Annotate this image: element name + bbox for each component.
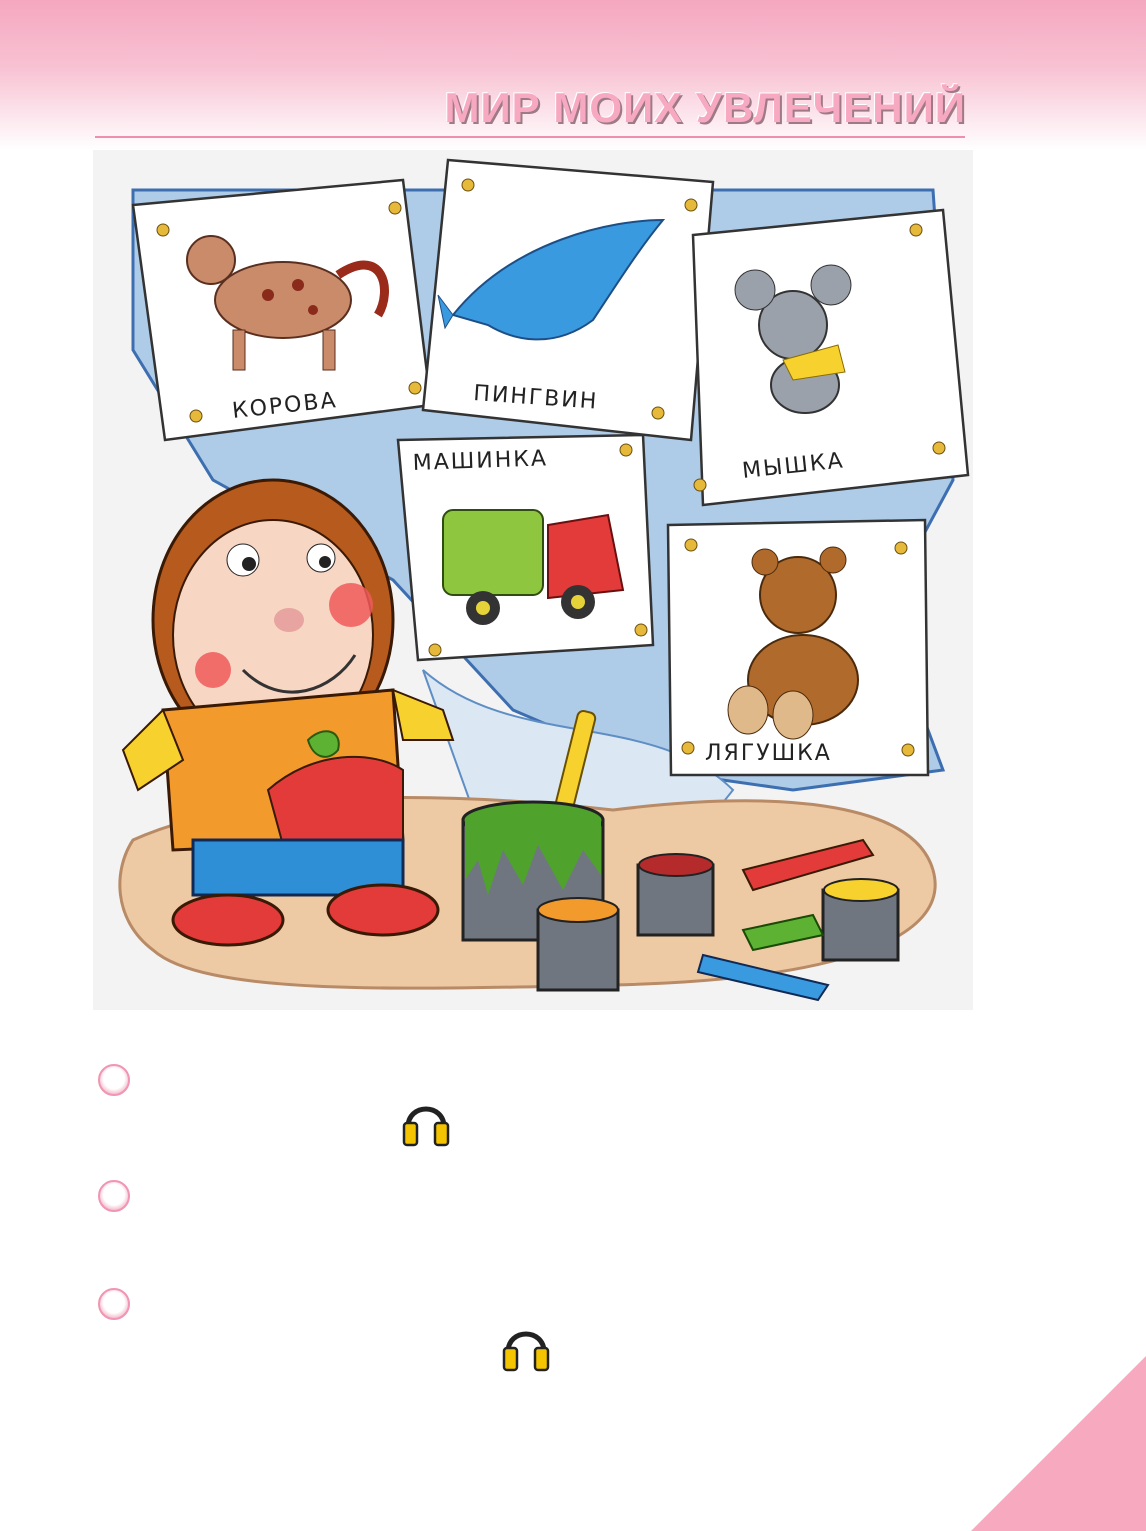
page-title: МИР МОИХ УВЛЕЧЕНИЙ (444, 84, 966, 131)
card-bear: ЛЯГУШКА (666, 518, 930, 777)
card-truck-label: МАШИНКА (412, 446, 548, 476)
exercise-2-bullet (98, 1180, 130, 1212)
illustration-drawing: КОРОВА ПИНГВИН МЫШКА МАШИНКА ЛЯГУШКА (118, 158, 970, 1002)
card-dolphin: ПИНГВИН (421, 158, 715, 442)
card-truck: МАШИНКА (396, 433, 655, 662)
headphones-icon[interactable] (500, 1318, 552, 1374)
card-mouse: МЫШКА (691, 208, 970, 507)
exercise-3-bullet (98, 1288, 130, 1320)
page-corner-decoration (971, 1356, 1146, 1531)
hobbies-illustration: КОРОВА ПИНГВИН МЫШКА МАШИНКА ЛЯГУШКА (93, 150, 973, 1010)
header-divider (95, 136, 965, 138)
card-horse: КОРОВА (131, 178, 433, 442)
card-bear-label: ЛЯГУШКА (705, 741, 832, 766)
headphones-icon[interactable] (400, 1093, 452, 1149)
exercise-1-bullet (98, 1064, 130, 1096)
